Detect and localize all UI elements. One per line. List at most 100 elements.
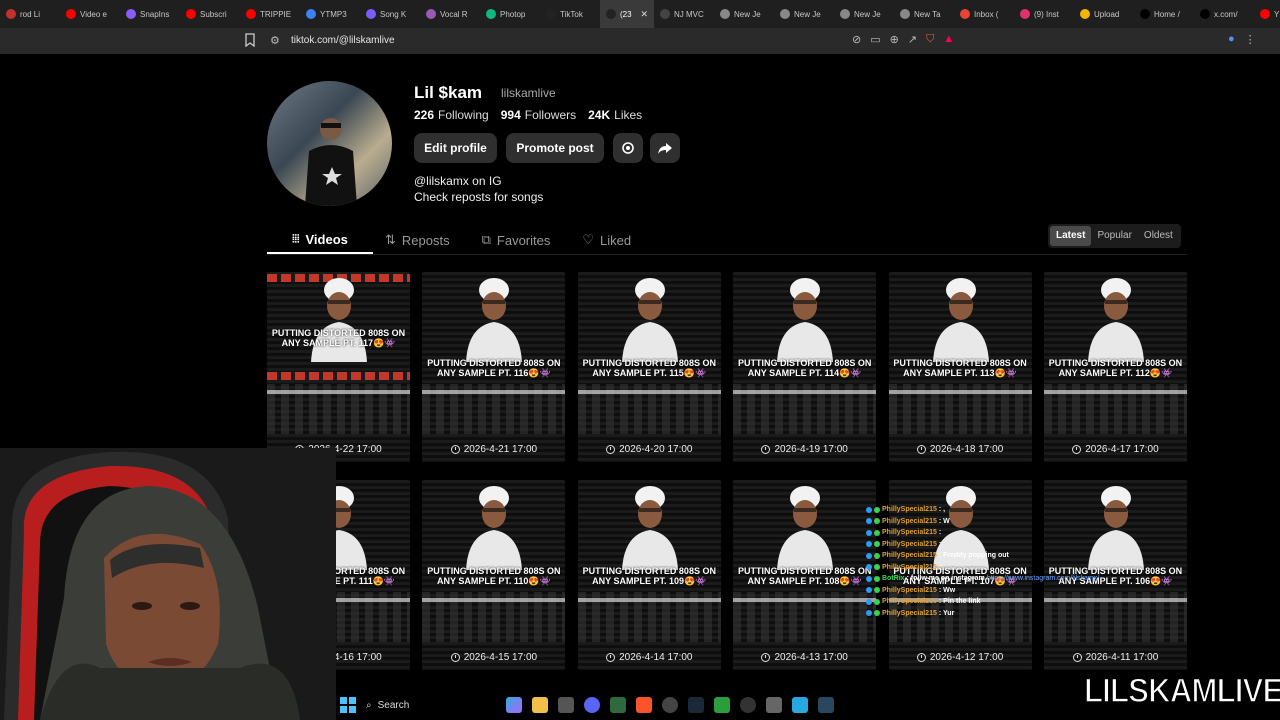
browser-tab[interactable]: Home / — [1134, 0, 1194, 28]
store-icon[interactable] — [558, 697, 574, 713]
browser-tab[interactable]: (9) Inst — [1014, 0, 1074, 28]
video-title: PUTTING DISTORTED 808S ON ANY SAMPLE PT.… — [427, 566, 561, 586]
brave-shield-icon[interactable]: ⛉ — [926, 33, 934, 46]
browser-tab[interactable]: SnapIns — [120, 0, 180, 28]
copilot-icon[interactable] — [506, 697, 522, 713]
brave-icon[interactable] — [636, 697, 652, 713]
tab-videos[interactable]: ⦙⦙⦙ Videos — [267, 226, 373, 254]
app-icon[interactable] — [610, 697, 626, 713]
thumbnail-daw-bar — [577, 598, 721, 602]
video-card[interactable]: PUTTING DISTORTED 808S ON ANY SAMPLE PT.… — [422, 272, 566, 462]
browser-tab[interactable]: New Je — [834, 0, 894, 28]
thumbnail-daw-bar — [422, 598, 566, 602]
sort-latest[interactable]: Latest — [1050, 226, 1092, 246]
chat-message: PhillySpecial215: , — [866, 504, 1136, 516]
browser-tab[interactable]: Vocal R — [420, 0, 480, 28]
chat-username: PhillySpecial215 — [882, 609, 937, 617]
tab-favicon-icon — [6, 9, 16, 19]
bookmark-icon[interactable] — [244, 33, 256, 47]
zoom-icon[interactable]: ⊕ — [890, 33, 899, 46]
likes-label: Likes — [614, 108, 643, 122]
following-count: 226 — [414, 108, 435, 122]
tab-favicon-icon — [606, 9, 616, 19]
taskbar-search[interactable]: ⌕ Search — [366, 700, 496, 711]
share-page-icon[interactable]: ↗ — [908, 33, 917, 46]
menu-icon[interactable]: ⋮ — [1245, 33, 1256, 46]
video-card[interactable]: PUTTING DISTORTED 808S ON ANY SAMPLE PT.… — [577, 272, 721, 462]
sort-popular[interactable]: Popular — [1091, 226, 1137, 246]
video-card[interactable]: PUTTING DISTORTED 808S ON ANY SAMPLE PT.… — [888, 272, 1032, 462]
browser-tab[interactable]: x.com/ — [1194, 0, 1254, 28]
notes-icon[interactable] — [792, 697, 808, 713]
tab-reposts[interactable]: ⇅ Reposts — [373, 226, 462, 254]
clock-icon — [916, 445, 926, 454]
tab-favicon-icon — [426, 9, 436, 19]
brave-rewards-icon[interactable]: ▲ — [943, 33, 954, 46]
cast-icon[interactable]: ⊘ — [852, 33, 861, 46]
url-field[interactable]: tiktok.com/@lilskamlive — [291, 35, 395, 46]
browser-tab[interactable]: TikTok — [540, 0, 600, 28]
video-card[interactable]: PUTTING DISTORTED 808S ON ANY SAMPLE PT.… — [577, 480, 721, 670]
browser-tab[interactable]: Song K — [360, 0, 420, 28]
following-stat[interactable]: 226 Following — [414, 108, 489, 122]
clock-icon — [450, 445, 460, 454]
browser-tab[interactable]: YNW — [1254, 0, 1280, 28]
chat-link[interactable]: https://www.instagram.com/lilskamx/ — [987, 574, 1099, 583]
tab-favorites[interactable]: ⧉ Favorites — [470, 226, 563, 254]
browser-tab[interactable]: Upload — [1074, 0, 1134, 28]
chat-badge-icon — [874, 518, 880, 525]
site-settings-icon[interactable]: ⚙ — [270, 34, 280, 47]
chat-message: PhillySpecial215: — [866, 539, 1136, 551]
chat-badge-icon — [866, 587, 872, 594]
video-card[interactable]: PUTTING DISTORTED 808S ON ANY SAMPLE PT.… — [267, 272, 410, 462]
browser-tab[interactable]: Inbox ( — [954, 0, 1014, 28]
sort-oldest[interactable]: Oldest — [1138, 226, 1179, 246]
share-profile-button[interactable] — [650, 133, 680, 163]
video-card[interactable]: PUTTING DISTORTED 808S ON ANY SAMPLE PT.… — [422, 480, 566, 670]
tab-label: New Je — [734, 9, 761, 19]
video-date-text: 2026-4-20 17:00 — [619, 444, 693, 455]
browser-tab[interactable]: New Je — [714, 0, 774, 28]
settings-app-icon[interactable] — [662, 697, 678, 713]
followers-stat[interactable]: 994 Followers — [501, 108, 576, 122]
likes-count: 24K — [588, 108, 611, 122]
file-explorer-icon[interactable] — [532, 697, 548, 713]
app-icon-2[interactable] — [766, 697, 782, 713]
edit-profile-button[interactable]: Edit profile — [414, 133, 497, 163]
browser-tab[interactable]: TRIPPIE — [240, 0, 300, 28]
tab-label: (23 — [620, 9, 632, 19]
tab-label: Song K — [380, 9, 407, 19]
settings-button[interactable] — [613, 133, 643, 163]
thumbnail-person-image — [621, 486, 678, 570]
chat-text: : Ww — [938, 586, 956, 594]
extension-icon[interactable]: ● — [1228, 33, 1235, 46]
discord-icon[interactable] — [584, 697, 600, 713]
browser-tab[interactable]: Subscri — [180, 0, 240, 28]
video-card[interactable]: PUTTING DISTORTED 808S ON ANY SAMPLE PT.… — [733, 480, 877, 670]
promote-post-button[interactable]: Promote post — [506, 133, 604, 163]
flag-app-icon[interactable] — [714, 697, 730, 713]
profile-avatar[interactable] — [267, 81, 392, 206]
reader-icon[interactable]: ▭ — [870, 33, 880, 46]
4k-app-icon[interactable] — [740, 697, 756, 713]
browser-tab[interactable]: NJ MVC — [654, 0, 714, 28]
browser-tab[interactable]: Photop — [480, 0, 540, 28]
steam-icon[interactable] — [688, 697, 704, 713]
chat-text: : — [938, 540, 942, 548]
video-date: 2026-4-20 17:00 — [578, 444, 721, 455]
windows-start-icon[interactable] — [340, 697, 356, 713]
browser-tab[interactable]: New Je — [774, 0, 834, 28]
close-tab-icon[interactable]: ✕ — [640, 9, 648, 20]
browser-tab[interactable]: YTMP3 — [300, 0, 360, 28]
chat-username: PhillySpecial215 — [882, 598, 937, 606]
browser-tab[interactable]: (23 ✕ — [600, 0, 654, 28]
video-card[interactable]: PUTTING DISTORTED 808S ON ANY SAMPLE PT.… — [1043, 272, 1187, 462]
tab-favicon-icon — [186, 9, 196, 19]
tab-label: Photop — [500, 9, 526, 19]
tab-liked[interactable]: ♡ Liked — [570, 226, 643, 254]
browser-tab[interactable]: rod Li — [0, 0, 60, 28]
browser-tab[interactable]: Video e — [60, 0, 120, 28]
browser-tab[interactable]: New Ta — [894, 0, 954, 28]
video-card[interactable]: PUTTING DISTORTED 808S ON ANY SAMPLE PT.… — [733, 272, 877, 462]
steam-icon-2[interactable] — [818, 697, 834, 713]
